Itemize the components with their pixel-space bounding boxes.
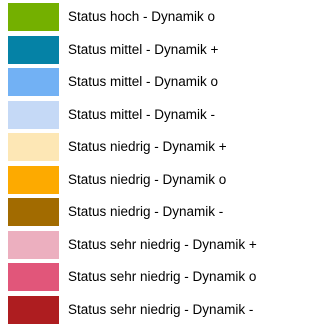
legend-swatch — [8, 166, 59, 194]
legend-swatch — [8, 133, 59, 161]
legend-swatch — [8, 101, 59, 129]
legend-swatch — [8, 263, 59, 291]
legend-item-3: Status mittel - Dynamik o — [0, 68, 314, 96]
legend: Status hoch - Dynamik o Status mittel - … — [0, 0, 314, 328]
legend-label: Status niedrig - Dynamik o — [68, 172, 227, 187]
legend-item-10: Status sehr niedrig - Dynamik - — [0, 296, 314, 324]
legend-swatch — [8, 68, 59, 96]
legend-label: Status sehr niedrig - Dynamik - — [68, 302, 254, 317]
legend-item-7: Status niedrig - Dynamik - — [0, 198, 314, 226]
legend-item-8: Status sehr niedrig - Dynamik + — [0, 231, 314, 259]
legend-swatch — [8, 231, 59, 259]
legend-swatch — [8, 3, 59, 31]
legend-label: Status mittel - Dynamik - — [68, 107, 216, 122]
legend-swatch — [8, 198, 59, 226]
legend-label: Status sehr niedrig - Dynamik o — [68, 269, 257, 284]
legend-label: Status mittel - Dynamik + — [68, 42, 219, 57]
legend-label: Status sehr niedrig - Dynamik + — [68, 237, 257, 252]
legend-swatch — [8, 36, 59, 64]
legend-item-9: Status sehr niedrig - Dynamik o — [0, 263, 314, 291]
legend-label: Status niedrig - Dynamik - — [68, 204, 224, 219]
legend-item-5: Status niedrig - Dynamik + — [0, 133, 314, 161]
legend-item-4: Status mittel - Dynamik - — [0, 101, 314, 129]
legend-item-6: Status niedrig - Dynamik o — [0, 166, 314, 194]
legend-label: Status niedrig - Dynamik + — [68, 139, 227, 154]
legend-label: Status mittel - Dynamik o — [68, 74, 219, 89]
legend-swatch — [8, 296, 59, 324]
legend-item-2: Status mittel - Dynamik + — [0, 36, 314, 64]
legend-label: Status hoch - Dynamik o — [68, 9, 216, 24]
legend-item-1: Status hoch - Dynamik o — [0, 3, 314, 31]
